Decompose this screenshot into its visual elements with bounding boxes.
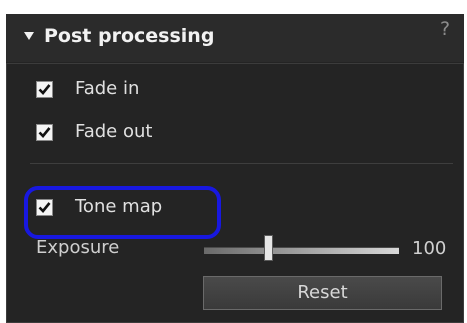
- panel-body: Fade in Fade out Tone map Exposure 100 R…: [6, 63, 464, 323]
- reset-button[interactable]: Reset: [203, 276, 442, 310]
- fade-in-label: Fade in: [75, 78, 140, 99]
- fade-in-option[interactable]: Fade in: [7, 76, 427, 104]
- help-icon[interactable]: ?: [440, 18, 450, 40]
- panel-title: Post processing: [44, 25, 215, 47]
- panel-header[interactable]: Post processing ?: [6, 14, 464, 62]
- fade-out-option[interactable]: Fade out: [7, 119, 427, 147]
- exposure-label: Exposure: [36, 237, 120, 258]
- fade-in-checkbox[interactable]: [36, 81, 53, 98]
- post-processing-panel: Post processing ? Fade in Fade out Tone …: [6, 14, 464, 323]
- tone-map-highlight-outline: [24, 186, 221, 239]
- checkmark-icon: [38, 127, 51, 138]
- exposure-slider-track[interactable]: [204, 247, 399, 254]
- fade-out-checkbox[interactable]: [36, 124, 53, 141]
- exposure-value: 100: [412, 238, 447, 259]
- exposure-slider-thumb[interactable]: [264, 235, 273, 261]
- collapse-triangle-icon[interactable]: [24, 32, 34, 40]
- checkmark-icon: [38, 84, 51, 95]
- section-divider: [30, 163, 453, 164]
- fade-out-label: Fade out: [75, 121, 153, 142]
